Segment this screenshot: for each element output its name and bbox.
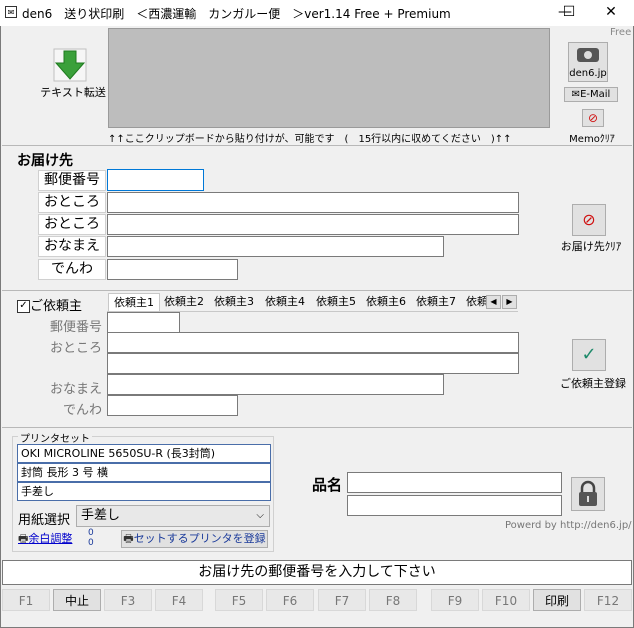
checkbox-checked-icon: ✓ <box>17 300 30 313</box>
den6-logo-icon <box>577 48 599 62</box>
printer-icon: 🖶 <box>123 532 134 545</box>
fkey-f5: F5 <box>215 589 263 611</box>
divider <box>2 427 632 428</box>
fkey-f7: F7 <box>318 589 366 611</box>
text-transfer-button[interactable] <box>53 48 87 82</box>
app-icon: ✉ <box>5 6 17 18</box>
status-message: お届け先の郵便番号を入力して下さい <box>2 560 632 585</box>
fkey-f9: F9 <box>431 589 479 611</box>
client-address-label: おところ <box>49 341 102 356</box>
margin-value-top: 0 <box>88 528 94 538</box>
printer-envelope: 封筒 長形 3 号 横 <box>17 463 271 482</box>
down-arrow-icon <box>53 48 87 82</box>
checkmark-icon: ✓ <box>581 344 597 365</box>
printer-feed: 手差し <box>17 482 271 501</box>
client-postal-input[interactable] <box>107 312 180 333</box>
paper-select-label: 用紙選択 <box>18 513 71 528</box>
client-checkbox-label: ご依頼主 <box>30 299 83 314</box>
mail-icon: ✉ <box>571 89 581 100</box>
text-transfer-label: テキスト転送 <box>40 86 106 99</box>
recipient-address1-input[interactable] <box>107 192 519 213</box>
client-register-label: ご依頼主登録 <box>560 377 626 390</box>
email-button[interactable]: ✉E-Mail <box>564 87 618 102</box>
tab-scroll-left-button[interactable]: ◀ <box>486 295 501 309</box>
tab-client-2[interactable]: 依頼主2 <box>164 293 204 311</box>
recipient-postal-input[interactable] <box>107 169 204 191</box>
divider <box>2 290 632 291</box>
chevron-down-icon: ⌵ <box>256 510 264 521</box>
recipient-name-label: おなまえ <box>38 236 106 257</box>
lock-icon <box>579 480 597 506</box>
margin-value-left: 0 <box>88 538 94 548</box>
product-input-1[interactable] <box>347 472 562 493</box>
recipient-postal-label: 郵便番号 <box>38 170 106 191</box>
fkey-f8: F8 <box>369 589 417 611</box>
client-name-input[interactable] <box>107 374 444 395</box>
client-phone-label: でんわ <box>62 403 102 418</box>
margin-adjust-button[interactable]: 🖶余白調整 <box>18 530 72 549</box>
window-title: den6 送り状印刷 ＜西濃運輸 カンガルー便 ＞ver1.14 Free + … <box>22 7 451 21</box>
product-input-2[interactable] <box>347 495 562 516</box>
arrow-right-icon: ▶ <box>506 297 513 306</box>
client-address2-input[interactable] <box>107 353 519 374</box>
arrow-left-icon: ◀ <box>490 297 497 306</box>
memo-clear-button[interactable]: ⊘ <box>582 109 604 127</box>
paper-select[interactable]: 手差し ⌵ <box>76 505 270 527</box>
register-printer-label: セットするプリンタを登録 <box>133 532 266 545</box>
client-postal-label: 郵便番号 <box>49 320 102 335</box>
clear-icon: ⊘ <box>582 210 596 229</box>
tab-client-8[interactable]: 依頼主 <box>466 293 486 311</box>
tab-client-5[interactable]: 依頼主5 <box>316 293 356 311</box>
recipient-clear-label: お届け先ｸﾘｱ <box>560 240 622 253</box>
divider <box>2 145 632 146</box>
fkey-f10: F10 <box>482 589 530 611</box>
fkey-f1: F1 <box>2 589 50 611</box>
clipboard-hint: ↑↑ここクリップボードから貼り付けが、可能です ( 15行以内に収めてください … <box>108 134 512 145</box>
margin-adjust-label: 余白調整 <box>28 532 73 545</box>
maximize-button[interactable]: ☐ <box>546 0 592 26</box>
client-phone-input[interactable] <box>107 395 238 416</box>
recipient-address2-label: おところ② <box>38 214 106 251</box>
recipient-clear-button[interactable]: ⊘ <box>572 204 606 236</box>
fkey-f6: F6 <box>266 589 314 611</box>
clear-icon: ⊘ <box>587 111 599 125</box>
recipient-address1-label: おところ① <box>38 192 106 229</box>
recipient-phone-label: でんわ <box>38 259 106 280</box>
memo-clear-label: Memoｸﾘｱ <box>569 134 615 145</box>
client-register-button[interactable]: ✓ <box>572 339 606 371</box>
tab-client-3[interactable]: 依頼主3 <box>214 293 254 311</box>
client-checkbox[interactable]: ✓ ご依頼主 <box>17 295 82 314</box>
tab-client-7[interactable]: 依頼主7 <box>416 293 456 311</box>
printer-icon: 🖶 <box>18 532 29 545</box>
tab-scroll-right-button[interactable]: ▶ <box>502 295 517 309</box>
tab-client-6[interactable]: 依頼主6 <box>366 293 406 311</box>
printer-name: OKI MICROLINE 5650SU-R (長3封筒) <box>17 444 271 463</box>
printer-group-label: プリンタセット <box>18 430 92 445</box>
den6-label: den6.jp <box>569 68 607 79</box>
email-label: E-Mail <box>580 89 611 100</box>
recipient-name-input[interactable] <box>107 236 444 257</box>
client-name-label: おなまえ <box>49 382 102 397</box>
clipboard-paste-area[interactable] <box>108 28 550 128</box>
fkey-f12: F12 <box>584 589 632 611</box>
tab-client-1[interactable]: 依頼主1 <box>108 293 160 311</box>
tab-client-4[interactable]: 依頼主4 <box>265 293 305 311</box>
fkey-print[interactable]: 印刷 <box>533 589 581 611</box>
fkey-f3: F3 <box>104 589 152 611</box>
margin-values: 0 0 <box>88 528 94 548</box>
fkey-f4: F4 <box>155 589 203 611</box>
paper-select-value: 手差し <box>81 508 121 523</box>
recipient-phone-input[interactable] <box>107 259 238 280</box>
powered-by: Powerd by http://den6.jp/ <box>505 520 632 531</box>
free-label: Free <box>610 27 632 38</box>
den6-button[interactable]: den6.jp <box>568 42 608 82</box>
close-button[interactable]: ✕ <box>588 0 634 26</box>
recipient-address2-input[interactable] <box>107 214 519 235</box>
client-address1-input[interactable] <box>107 332 519 353</box>
register-printer-button[interactable]: 🖶セットするプリンタを登録 <box>121 530 268 548</box>
recipient-heading: お届け先 <box>17 153 73 169</box>
fkey-cancel[interactable]: 中止 <box>53 589 101 611</box>
lock-button[interactable] <box>571 477 605 511</box>
product-label: 品名 <box>312 476 343 494</box>
